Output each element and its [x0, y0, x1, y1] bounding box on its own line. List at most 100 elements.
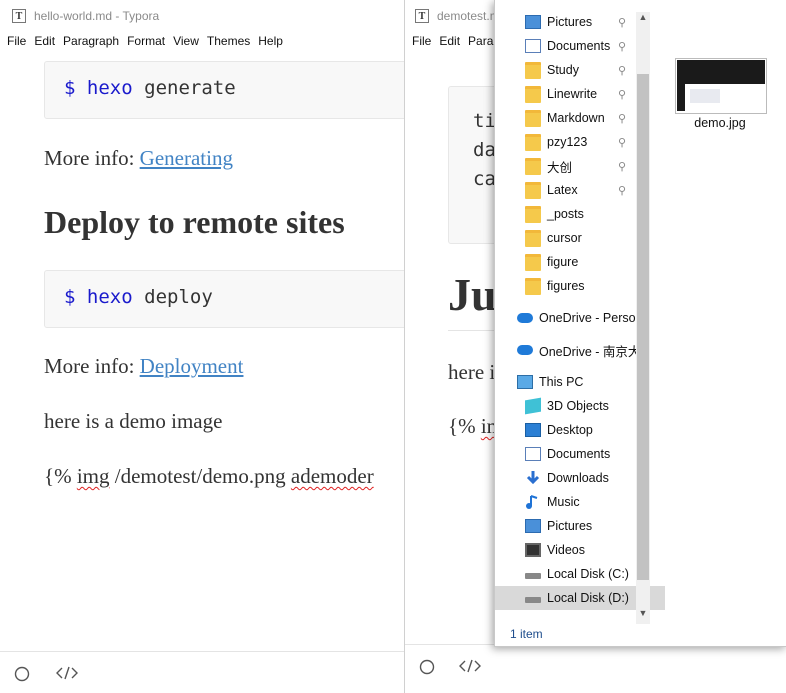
code-line: da	[473, 139, 496, 161]
folder-icon	[525, 157, 541, 175]
folder-icon	[525, 85, 541, 103]
3d-objects-icon	[525, 397, 541, 415]
title-bar[interactable]: T hello-world.md - Typora	[0, 0, 406, 32]
menu-themes[interactable]: Themes	[207, 34, 250, 48]
nav-item-label: Latex	[547, 183, 578, 197]
menu-format[interactable]: Format	[127, 34, 165, 48]
onedrive-icon	[517, 313, 533, 323]
documents-icon	[525, 447, 541, 461]
typora-window-hello-world: T hello-world.md - Typora File Edit Para…	[0, 0, 406, 693]
onedrive-icon	[517, 345, 533, 355]
img-tag-paragraph[interactable]: {% img /demotest/demo.png ademoder	[44, 464, 374, 489]
menu-edit[interactable]: Edit	[439, 34, 460, 48]
nav-item[interactable]: OneDrive - Person	[495, 306, 657, 330]
deployment-link[interactable]: Deployment	[140, 354, 244, 378]
folder-icon	[525, 229, 541, 247]
typora-app-icon: T	[415, 9, 429, 23]
file-name: demo.jpg	[694, 116, 746, 130]
navigation-pane: Pictures ⚲ Documents ⚲ Study ⚲ Linewrite ⚲ Markd…	[495, 0, 665, 626]
folder-icon	[525, 109, 541, 127]
nav-item[interactable]: This PC	[495, 370, 657, 394]
generating-link[interactable]: Generating	[140, 146, 233, 170]
nav-item-label: Local Disk (C:)	[547, 567, 629, 581]
window-title: hello-world.md - Typora	[34, 9, 160, 23]
scroll-up-arrow-icon[interactable]: ▲	[637, 12, 649, 22]
nav-item-label: Downloads	[547, 471, 609, 485]
pin-icon: ⚲	[618, 64, 627, 77]
nav-item-label: 3D Objects	[547, 399, 609, 413]
local-disk-icon	[525, 597, 541, 603]
thumbnail-inner-image	[690, 89, 720, 103]
paragraph-partial[interactable]: here i	[448, 360, 495, 385]
tag-open: {%	[44, 464, 77, 488]
demo-image-paragraph[interactable]: here is a demo image	[44, 409, 222, 434]
misspelled-word: img	[76, 464, 110, 488]
code-icon[interactable]	[56, 665, 78, 681]
pin-icon: ⚲	[618, 136, 627, 149]
nav-item-label: Linewrite	[547, 87, 598, 101]
circle-icon[interactable]	[419, 659, 435, 675]
menu-file[interactable]: File	[412, 34, 431, 48]
code-block-generate[interactable]: $ hexo generate	[44, 61, 406, 119]
tag-open: {%	[448, 414, 481, 438]
code-icon[interactable]	[459, 658, 481, 674]
menu-edit[interactable]: Edit	[34, 34, 55, 48]
tag-path: /demotest/demo.png	[109, 464, 291, 488]
file-item-demo-jpg[interactable]: demo.jpg	[675, 58, 767, 134]
status-bar	[0, 651, 406, 693]
more-info-paragraph: More info: Generating	[44, 146, 233, 171]
scroll-down-arrow-icon[interactable]: ▼	[637, 608, 649, 618]
videos-icon	[525, 543, 541, 557]
scrollbar-thumb[interactable]	[637, 74, 649, 580]
nav-item-label: Pictures	[547, 15, 593, 29]
code-command: hexo	[86, 286, 133, 308]
folder-icon	[525, 61, 541, 79]
pictures-icon	[525, 519, 541, 533]
pictures-icon	[525, 15, 541, 29]
menu-bar: File Edit Paragraph Format View Themes H…	[0, 32, 406, 50]
menu-help[interactable]: Help	[258, 34, 283, 48]
nav-item[interactable]: OneDrive - 南京大	[495, 338, 657, 362]
item-count: 1 item	[510, 627, 543, 641]
code-line: ti	[473, 110, 496, 132]
folder-icon	[525, 253, 541, 271]
code-block-deploy[interactable]: $ hexo deploy	[44, 270, 406, 328]
folder-icon	[525, 133, 541, 151]
nav-item-label: Music	[547, 495, 580, 509]
pin-icon: ⚲	[618, 88, 627, 101]
folder-icon	[525, 205, 541, 223]
folder-icon	[525, 277, 541, 295]
nav-item-label: figure	[547, 255, 579, 269]
nav-item-label: Pictures	[547, 519, 593, 533]
code-line: ca	[473, 168, 496, 190]
nav-item-label: 大创	[547, 160, 573, 175]
image-thumbnail-icon	[675, 58, 767, 114]
nav-item-label: cursor	[547, 231, 582, 245]
shell-prompt: $	[64, 286, 76, 308]
pin-icon: ⚲	[618, 160, 627, 173]
menu-file[interactable]: File	[7, 34, 26, 48]
pin-icon: ⚲	[618, 16, 627, 29]
desktop-icon	[525, 423, 541, 437]
nav-item-label: Videos	[547, 543, 585, 557]
documents-icon	[525, 39, 541, 53]
menu-paragraph[interactable]: Paragraph	[63, 34, 119, 48]
nav-item-label: OneDrive - Person	[539, 311, 643, 325]
code-argument: deploy	[144, 286, 213, 308]
nav-item-label: _posts	[547, 207, 584, 221]
nav-item-label: Markdown	[547, 111, 605, 125]
shell-prompt: $	[64, 77, 76, 99]
code-command: hexo	[86, 77, 133, 99]
nav-item-label: Local Disk (D:)	[547, 591, 629, 605]
circle-icon[interactable]	[14, 666, 30, 682]
menu-view[interactable]: View	[173, 34, 199, 48]
menu-paragraph[interactable]: Para	[468, 34, 493, 48]
pin-icon: ⚲	[618, 184, 627, 197]
code-argument: generate	[144, 77, 236, 99]
pin-icon: ⚲	[618, 40, 627, 53]
music-icon	[525, 494, 541, 510]
downloads-icon	[525, 470, 541, 486]
nav-item-label: Study	[547, 63, 579, 77]
more-info-label: More info:	[44, 146, 140, 170]
thumbnail-dark-band	[677, 84, 685, 111]
